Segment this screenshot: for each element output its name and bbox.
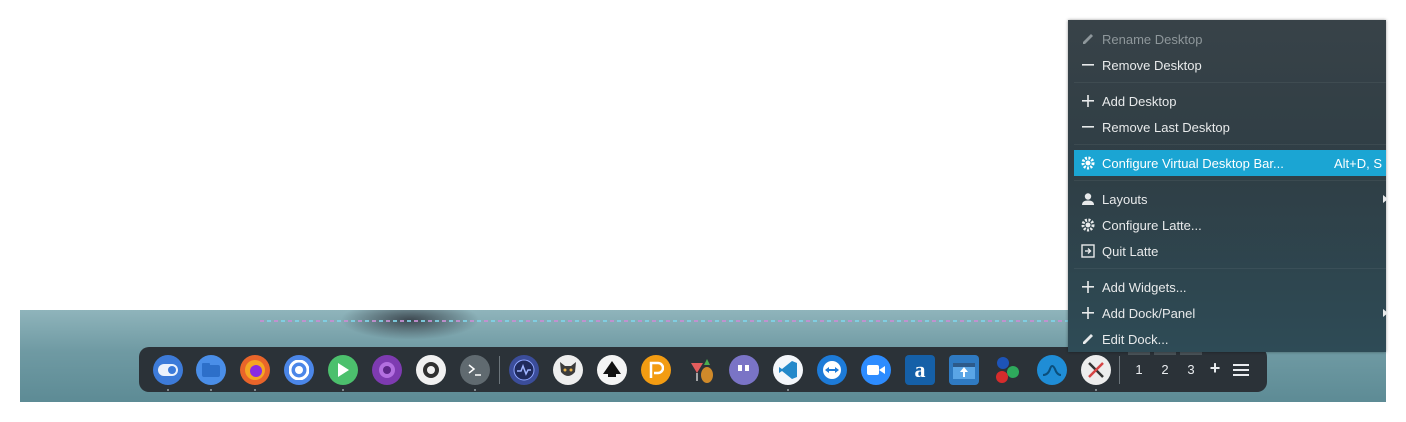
- menu-item-remove-desktop[interactable]: Remove Desktop: [1074, 52, 1386, 78]
- menu-item-label: Add Desktop: [1102, 93, 1177, 109]
- pencil-icon: [1076, 332, 1100, 346]
- menu-item-label: Remove Last Desktop: [1102, 119, 1230, 135]
- gimp-icon[interactable]: [553, 355, 583, 385]
- wave-app-icon[interactable]: [1037, 355, 1067, 385]
- teamviewer-icon[interactable]: [817, 355, 847, 385]
- playonlinux-icon[interactable]: [685, 355, 715, 385]
- menu-item-add-widgets[interactable]: Add Widgets...: [1074, 274, 1386, 300]
- running-indicator: [254, 389, 256, 391]
- menu-separator: [1074, 180, 1386, 181]
- running-indicator: [1095, 389, 1097, 391]
- menu-item-add-dock-panel[interactable]: Add Dock/Panel: [1074, 300, 1388, 326]
- gear-icon: [1076, 218, 1100, 232]
- plus-icon: [1076, 94, 1100, 108]
- running-indicator: [474, 389, 476, 391]
- dock-context-menu: Rename Desktop Remove Desktop Add Deskto…: [1068, 20, 1388, 352]
- dock-separator: [1119, 356, 1120, 384]
- vscode-icon[interactable]: [773, 355, 803, 385]
- tor-browser-icon[interactable]: [372, 355, 402, 385]
- menu-item-rename-desktop[interactable]: Rename Desktop: [1074, 26, 1386, 52]
- chromium-icon[interactable]: [284, 355, 314, 385]
- menu-item-shortcut: Alt+D, S: [1333, 155, 1382, 171]
- desktop-3-button[interactable]: 3: [1179, 362, 1203, 378]
- media-player-icon[interactable]: [328, 355, 358, 385]
- exit-icon: [1076, 244, 1100, 258]
- running-indicator: [787, 389, 789, 391]
- pencil-icon: [1076, 32, 1100, 46]
- hamburger-menu-icon[interactable]: [1233, 363, 1249, 377]
- x-app-icon[interactable]: [1081, 355, 1111, 385]
- menu-item-edit-dock[interactable]: Edit Dock...: [1074, 326, 1386, 352]
- quotes-app-icon[interactable]: [729, 355, 759, 385]
- menu-item-add-desktop[interactable]: Add Desktop: [1074, 88, 1386, 114]
- menu-item-label: Add Widgets...: [1102, 279, 1187, 295]
- menu-item-configure-latte[interactable]: Configure Latte...: [1074, 212, 1386, 238]
- menu-item-label: Configure Latte...: [1102, 217, 1202, 233]
- plex-icon[interactable]: [641, 355, 671, 385]
- menu-item-label: Quit Latte: [1102, 243, 1159, 259]
- running-indicator: [167, 389, 169, 391]
- menu-item-label: Edit Dock...: [1102, 331, 1169, 347]
- desktop-indicator-bar: [1180, 352, 1202, 355]
- menu-item-label: Remove Desktop: [1102, 57, 1202, 73]
- minus-icon: [1076, 120, 1100, 134]
- terminal-icon[interactable]: [460, 355, 490, 385]
- system-monitor-icon[interactable]: [509, 355, 539, 385]
- user-icon: [1076, 192, 1100, 206]
- files-icon[interactable]: [196, 355, 226, 385]
- obs-icon[interactable]: [416, 355, 446, 385]
- installer-icon[interactable]: [949, 355, 979, 385]
- dock-separator: [499, 356, 500, 384]
- desktop-2-button[interactable]: 2: [1153, 362, 1177, 378]
- running-indicator: [210, 389, 212, 391]
- submenu-arrow-icon: [1383, 309, 1388, 317]
- menu-separator: [1074, 268, 1386, 269]
- desktop-indicator-bar: [1154, 352, 1176, 355]
- zoom-icon[interactable]: [861, 355, 891, 385]
- menu-item-label: Add Dock/Panel: [1102, 305, 1196, 321]
- submenu-arrow-icon: [1383, 195, 1388, 203]
- add-desktop-button[interactable]: +: [1203, 358, 1227, 378]
- menu-separator: [1074, 82, 1386, 83]
- menu-item-quit-latte[interactable]: Quit Latte: [1074, 238, 1386, 264]
- inkscape-icon[interactable]: [597, 355, 627, 385]
- menu-item-label: Configure Virtual Desktop Bar...: [1102, 155, 1284, 171]
- dock-edit-guideline: [260, 320, 1080, 322]
- toggle-app-icon[interactable]: [153, 355, 183, 385]
- menu-item-configure-virtual-desktop-bar[interactable]: Configure Virtual Desktop Bar... Alt+D, …: [1074, 150, 1386, 176]
- minus-icon: [1076, 58, 1100, 72]
- gear-icon: [1076, 156, 1100, 170]
- menu-separator: [1074, 144, 1386, 145]
- menu-item-label: Layouts: [1102, 191, 1148, 207]
- molecule-icon[interactable]: [993, 355, 1023, 385]
- wallpaper-rock: [340, 310, 480, 340]
- menu-item-remove-last-desktop[interactable]: Remove Last Desktop: [1074, 114, 1386, 140]
- desktop-1-button[interactable]: 1: [1127, 362, 1151, 378]
- menu-item-layouts[interactable]: Layouts: [1074, 186, 1388, 212]
- menu-item-label: Rename Desktop: [1102, 31, 1203, 47]
- firefox-icon[interactable]: [240, 355, 270, 385]
- running-indicator: [342, 389, 344, 391]
- plus-icon: [1076, 280, 1100, 294]
- plus-icon: [1076, 306, 1100, 320]
- desktop-indicator-bar: [1128, 352, 1150, 355]
- anydesk-icon[interactable]: a: [905, 355, 935, 385]
